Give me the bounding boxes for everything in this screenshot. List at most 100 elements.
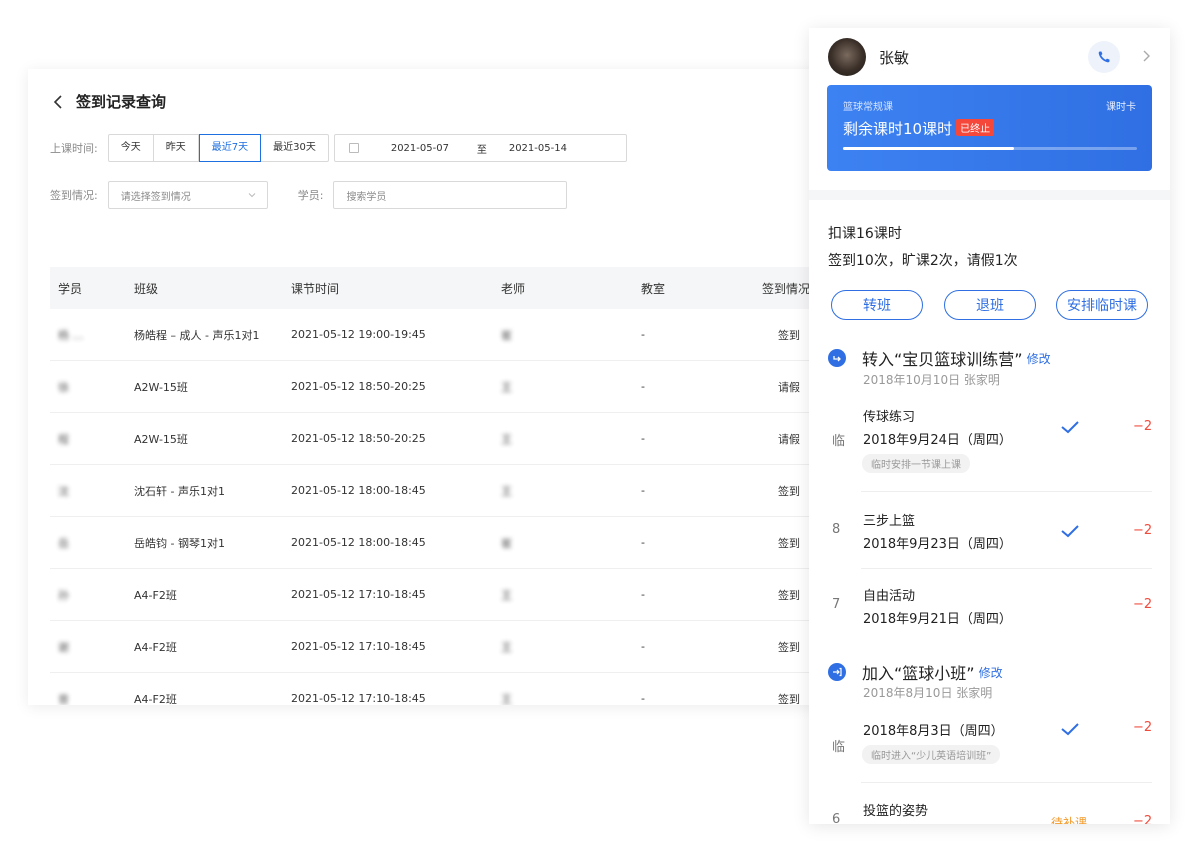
lesson-name: 自由活动 [863,589,916,604]
lesson-name: 传球练习 [863,410,916,425]
date-range-picker[interactable]: 2021-05-07 至 2021-05-14 [333,134,627,162]
cell-class: 杨皓程 – 成人 - 声乐1对1 [134,328,260,342]
table-row[interactable]: 岳岳皓钧 - 钢琴1对1 2021-05-12 18:00-18:45 崔 - 签到 [50,517,828,569]
student-name: 张敏 [879,49,910,67]
col-student[interactable]: 学员 [50,280,134,297]
cell-teacher: 王 [501,640,512,654]
lesson-name: 投篮的姿势 [863,804,929,819]
cell-student: 程 [58,432,69,446]
col-class[interactable]: 班级 [134,280,291,297]
lesson-date: 2018年8月3日（周四） [863,724,1004,739]
cell-time: 2021-05-12 18:50-20:25 [291,380,426,393]
cell-student: 孙 [58,588,69,602]
table-row[interactable]: 曾 A4-F2班 2021-05-12 17:10-18:45 王 - 签到 [50,673,828,705]
phone-button[interactable] [1088,41,1120,73]
cell-room: - [641,380,645,393]
cell-room: - [641,328,645,341]
transfer-in-icon [828,349,846,367]
status-filter-row: 签到情况: 请选择签到情况 学员: 搜索学员 [50,181,568,209]
join-section-title: 加入“篮球小班” [862,664,975,683]
edit-join-link[interactable]: 修改 [979,664,1003,681]
deduct-value: −2 [1133,419,1153,434]
back-arrow-icon[interactable] [50,93,68,111]
table-row[interactable]: 徐 A2W-15班 2021-05-12 18:50-20:25 王 - 请假 [50,361,828,413]
hours-progress-track [843,147,1137,150]
remaining-hours-text: 剩余课时10课时 [843,120,953,138]
lesson-index: 临 [832,434,846,449]
check-icon [1061,723,1079,736]
temp-lesson-button[interactable]: 安排临时课 [1056,290,1148,320]
deduct-value: −2 [1133,814,1153,824]
status-select[interactable]: 请选择签到情况 [107,181,268,209]
cell-time: 2021-05-12 17:10-18:45 [291,640,426,653]
time-filter-label: 上课时间: [50,142,98,155]
cell-teacher: 王 [501,692,512,706]
student-detail-panel: 张敏 篮球常规课 课时卡 剩余课时10课时 已终止 扣课16课时 签到10次，旷课… [809,28,1170,824]
cell-teacher: 崔 [501,328,512,342]
drop-class-button[interactable]: 退班 [944,290,1036,320]
range-30days-button[interactable]: 最近30天 [261,135,328,161]
hours-progress-fill [843,147,1014,150]
cell-time: 2021-05-12 17:10-18:45 [291,588,426,601]
date-start[interactable]: 2021-05-07 [391,143,451,154]
check-icon [1061,525,1079,538]
lesson-name: 三步上篮 [863,514,916,529]
deduct-value: −2 [1133,720,1153,735]
table-row[interactable]: 杨 … 杨皓程 – 成人 - 声乐1对1 2021-05-12 19:00-19:4… [50,309,828,361]
cell-room: - [641,692,645,705]
records-table: 学员 班级 课节时间 老师 教室 签到情况 杨 … 杨皓程 – 成人 - 声乐1对… [50,267,828,705]
transfer-section-title: 转入“宝贝篮球训练营” [862,350,1023,369]
cell-time: 2021-05-12 17:10-18:45 [291,692,426,705]
page-title: 签到记录查询 [76,93,167,111]
transfer-section-meta: 2018年10月10日 张家明 [863,373,1000,387]
cell-class: 岳皓钧 - 钢琴1对1 [134,536,225,550]
student-search-placeholder: 搜索学员 [346,191,387,203]
lesson-index: 7 [832,597,841,612]
deduct-value: −2 [1133,523,1153,538]
table-row[interactable]: 谢 A4-F2班 2021-05-12 17:10-18:45 王 - 签到 [50,621,828,673]
lesson-note: 临时安排一节课上课 [862,454,970,473]
quick-range-group: 今天 昨天 最近7天 最近30天 [107,134,329,162]
cell-class: 沈石轩 - 声乐1对1 [134,484,225,498]
cell-class: A4-F2班 [134,692,177,706]
course-card[interactable]: 篮球常规课 课时卡 剩余课时10课时 已终止 [827,85,1152,171]
lesson-index: 临 [832,740,846,755]
card-type-tag: 课时卡 [1106,102,1136,113]
cell-time: 2021-05-12 18:00-18:45 [291,484,426,497]
date-separator: 至 [476,144,487,156]
cell-time: 2021-05-12 18:00-18:45 [291,536,426,549]
student-search-input[interactable]: 搜索学员 [333,181,568,209]
col-time[interactable]: 课节时间 [291,280,501,297]
remaining-hours: 剩余课时10课时 已终止 [843,118,995,139]
avatar [828,38,866,76]
col-room[interactable]: 教室 [641,280,762,297]
cell-student: 沈 [58,484,69,498]
join-icon [828,663,846,681]
cell-room: - [641,640,645,653]
range-7days-button[interactable]: 最近7天 [198,134,262,162]
chevron-right-icon[interactable] [1140,49,1152,63]
course-type: 篮球常规课 [843,102,893,113]
cell-class: A4-F2班 [134,640,177,654]
cell-teacher: 王 [501,484,512,498]
table-row[interactable]: 孙 A4-F2班 2021-05-12 17:10-18:45 王 - 签到 [50,569,828,621]
transfer-class-button[interactable]: 转班 [831,290,923,320]
calendar-icon [348,143,359,153]
transfer-section-header: 转入“宝贝篮球训练营” 修改 [828,346,1051,370]
edit-transfer-link[interactable]: 修改 [1027,350,1051,367]
lesson-index: 8 [832,522,841,537]
status-filter-label: 签到情况: [50,189,98,202]
table-row[interactable]: 程 A2W-15班 2021-05-12 18:50-20:25 王 - 请假 [50,413,828,465]
cell-teacher: 崔 [501,536,512,550]
cell-room: - [641,588,645,601]
col-teacher[interactable]: 老师 [501,280,641,297]
range-yesterday-button[interactable]: 昨天 [154,135,199,161]
list-divider [861,568,1152,569]
cell-student: 岳 [58,536,69,550]
range-today-button[interactable]: 今天 [109,135,154,161]
cell-class: A2W-15班 [134,380,188,394]
deducted-hours: 扣课16课时 [828,226,902,242]
table-row[interactable]: 沈沈石轩 - 声乐1对1 2021-05-12 18:00-18:45 王 - 签到 [50,465,828,517]
lesson-date: 2018年9月23日（周四） [863,537,1012,552]
date-end[interactable]: 2021-05-14 [509,143,567,154]
